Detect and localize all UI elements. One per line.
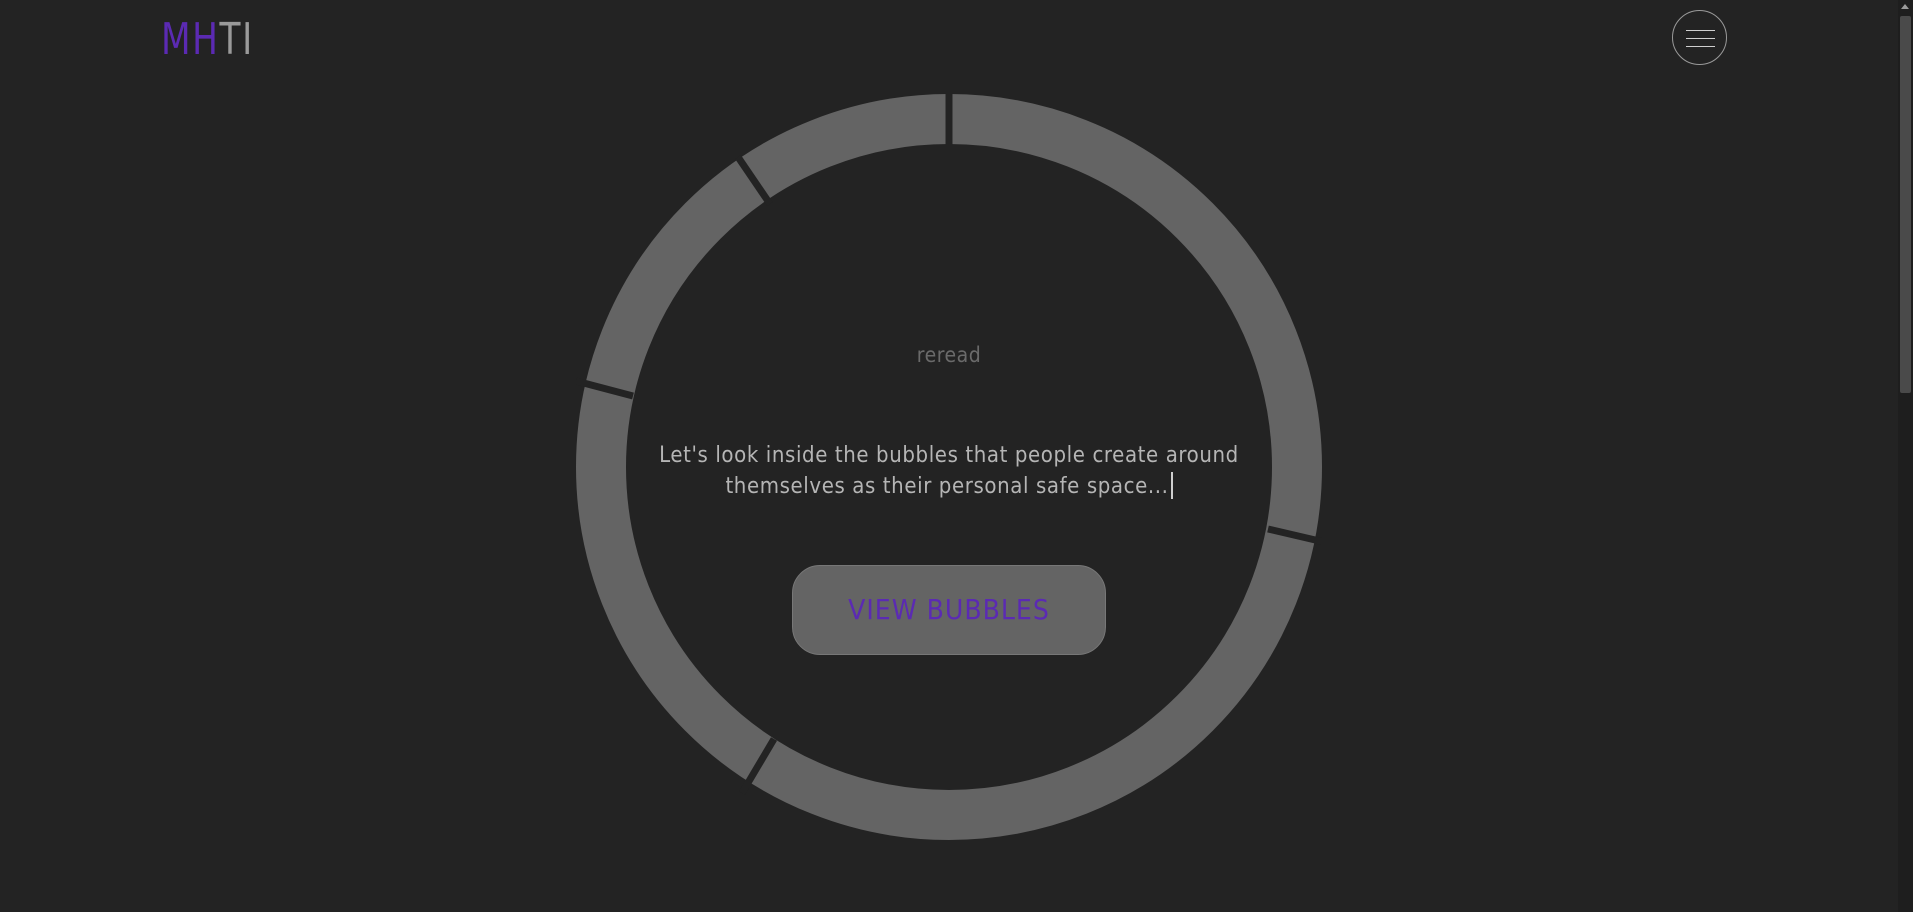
view-bubbles-button[interactable]: VIEW BUBBLES bbox=[792, 565, 1106, 655]
scrollbar-thumb[interactable] bbox=[1900, 16, 1911, 393]
reread-link[interactable]: reread bbox=[0, 343, 1898, 367]
logo-plain: TI bbox=[219, 14, 254, 65]
logo[interactable]: MHTI bbox=[161, 14, 254, 66]
intro-text-content: Let's look inside the bubbles that peopl… bbox=[659, 443, 1239, 499]
typing-cursor bbox=[1170, 472, 1173, 499]
page: MHTI reread Let's look inside the bubble… bbox=[0, 0, 1913, 912]
intro-text: Let's look inside the bubbles that peopl… bbox=[649, 440, 1249, 502]
scroll-up-arrow-icon[interactable] bbox=[1901, 4, 1909, 9]
logo-accent: MH bbox=[161, 14, 220, 65]
vertical-scrollbar[interactable] bbox=[1898, 0, 1913, 912]
menu-button[interactable] bbox=[1672, 10, 1727, 65]
